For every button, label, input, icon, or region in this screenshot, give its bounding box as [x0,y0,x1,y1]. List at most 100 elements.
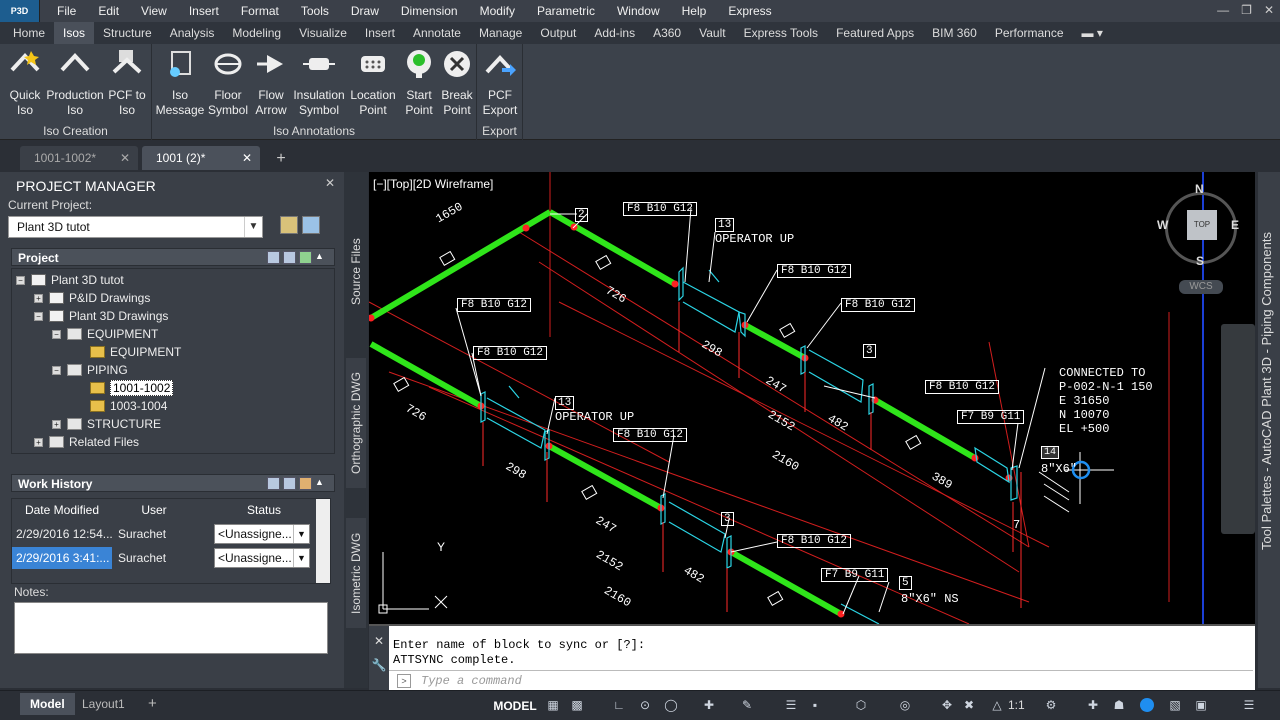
tree-node-structure[interactable]: + STRUCTURE [52,415,161,433]
tree-node-equipment-folder[interactable]: − EQUIPMENT [52,325,158,343]
plus-icon[interactable]: ✚ [1086,698,1100,712]
navigation-bar[interactable] [1221,324,1255,534]
command-prompt-icon[interactable]: > [397,674,411,688]
tab-express-tools[interactable]: Express Tools [735,22,827,44]
production-iso-button[interactable]: Production Iso [46,48,104,118]
refresh-icon[interactable] [299,251,312,264]
quick-iso-button[interactable]: Quick Iso [0,48,50,118]
isolate-objects-icon[interactable] [1140,698,1154,712]
notes-textarea[interactable] [14,602,328,654]
tree-node-1001-1002[interactable]: 1001-1002 [90,379,174,397]
grid-icon[interactable]: ▦ [546,698,560,712]
customization-menu-icon[interactable]: ☰ [1242,698,1256,712]
tab-isos[interactable]: Isos [54,22,95,44]
tab-structure[interactable]: Structure [94,22,161,44]
workspace-icon[interactable]: ☗ [1112,698,1126,712]
collapse-icon[interactable]: ▲ [315,251,328,264]
tab-modeling[interactable]: Modeling [223,22,290,44]
new-tab-plus-icon[interactable]: + [270,148,292,170]
clean-screen-icon[interactable]: ▣ [1194,698,1208,712]
viewcube[interactable]: TOP N S E W [1155,182,1247,274]
row-user[interactable]: Surachet [114,547,210,569]
otrack-icon[interactable]: ✚ [702,698,716,712]
status-select[interactable]: <Unassigne... ▼ [214,524,310,544]
wcs-menu[interactable]: WCS [1179,280,1223,294]
tree-node-pid-drawings[interactable]: + P&ID Drawings [34,289,150,307]
annotation-scale-icon[interactable]: ✖ [962,698,976,712]
col-status[interactable]: Status [214,499,314,521]
menu-express[interactable]: Express [717,0,782,22]
app-logo[interactable]: P3D [0,0,40,22]
doc-tab-1001-1002[interactable]: 1001-1002* ✕ [20,146,138,170]
gear-icon[interactable]: ⚙ [1044,698,1058,712]
menu-dimension[interactable]: Dimension [390,0,469,22]
tree-node-equipment-dwg[interactable]: EQUIPMENT [90,343,181,361]
dynamic-ucs-icon[interactable]: ◎ [898,698,912,712]
menu-file[interactable]: File [46,0,87,22]
polar-icon[interactable]: ⊙ [638,698,652,712]
project-tools-icon[interactable] [302,216,320,234]
compass-e[interactable]: E [1231,218,1239,232]
menu-edit[interactable]: Edit [87,0,130,22]
row-date-selected[interactable]: 2/29/2016 3:41:... [12,547,112,569]
annotation-visibility-icon[interactable]: ✥ [940,698,954,712]
tool-palettes-strip[interactable]: Tool Palettes - AutoCAD Plant 3D - Pipin… [1258,172,1280,688]
3d-osnap-icon[interactable]: ⬡ [854,698,868,712]
close-icon[interactable]: ✕ [369,634,389,648]
preview-icon[interactable] [283,477,296,490]
tab-annotate[interactable]: Annotate [404,22,470,44]
tab-insert[interactable]: Insert [356,22,404,44]
tab-performance[interactable]: Performance [986,22,1073,44]
selection-cycling-icon[interactable]: ▪ [808,698,822,712]
current-project-select[interactable]: Plant 3D tutot ▼ [8,216,263,238]
scrollbar[interactable] [316,499,330,583]
details-icon[interactable] [267,477,280,490]
compass-s[interactable]: S [1196,254,1204,268]
tab-analysis[interactable]: Analysis [161,22,224,44]
tree-node-plant3d-drawings[interactable]: − Plant 3D Drawings [34,307,168,325]
layout-tab-layout1[interactable]: Layout1 [72,693,135,715]
menu-draw[interactable]: Draw [340,0,390,22]
status-select[interactable]: <Unassigne... ▼ [214,548,310,568]
tree-node-project[interactable]: − Plant 3D tutot [16,271,124,289]
tab-visualize[interactable]: Visualize [290,22,356,44]
menu-insert[interactable]: Insert [178,0,230,22]
tree-node-piping-folder[interactable]: − PIPING [52,361,128,379]
wrench-icon[interactable]: 🔧 [369,658,389,672]
location-point-button[interactable]: Location Point [348,48,398,118]
tab-home[interactable]: Home [4,22,54,44]
restore-icon[interactable]: ❐ [1241,3,1252,17]
close-icon[interactable]: ✕ [325,176,335,190]
row-user[interactable]: Surachet [114,523,210,545]
tab-vault[interactable]: Vault [690,22,734,44]
minimize-icon[interactable]: — [1217,3,1229,17]
model-space-button[interactable]: MODEL [490,695,540,717]
menu-window[interactable]: Window [606,0,671,22]
tree-node-related-files[interactable]: + Related Files [34,433,139,451]
tab-add-ins[interactable]: Add-ins [585,22,644,44]
tools-icon[interactable] [299,477,312,490]
hardware-accel-icon[interactable]: ▧ [1168,698,1182,712]
annotation-autoscale-icon[interactable]: △ [990,698,1004,712]
tab-orthographic-dwg[interactable]: Orthographic DWG [346,358,366,488]
close-icon[interactable]: ✕ [1264,3,1274,17]
pcf-to-iso-button[interactable]: PCF to Iso [102,48,152,118]
iso-message-button[interactable]: Iso Message [155,48,205,118]
tab-isometric-dwg[interactable]: Isometric DWG [346,518,366,628]
menu-view[interactable]: View [130,0,178,22]
col-user[interactable]: User [114,499,194,521]
drawing-viewport[interactable]: [−][Top][2D Wireframe] 1650 2 F8 B10 G12… [369,172,1255,624]
tab-output[interactable]: Output [531,22,585,44]
tab-source-files[interactable]: Source Files [346,232,366,312]
viewcube-top-face[interactable]: TOP [1187,210,1217,240]
tree-node-1003-1004[interactable]: 1003-1004 [90,397,167,415]
flow-arrow-button[interactable]: Flow Arrow [246,48,296,118]
add-layout-plus-icon[interactable]: + [138,693,167,715]
layout-tab-model[interactable]: Model [20,693,75,715]
menu-modify[interactable]: Modify [469,0,526,22]
preview-icon[interactable] [283,251,296,264]
menu-format[interactable]: Format [230,0,290,22]
project-settings-icon[interactable] [280,216,298,234]
menu-parametric[interactable]: Parametric [526,0,606,22]
doc-tab-1001-2[interactable]: 1001 (2)* ✕ [142,146,260,170]
